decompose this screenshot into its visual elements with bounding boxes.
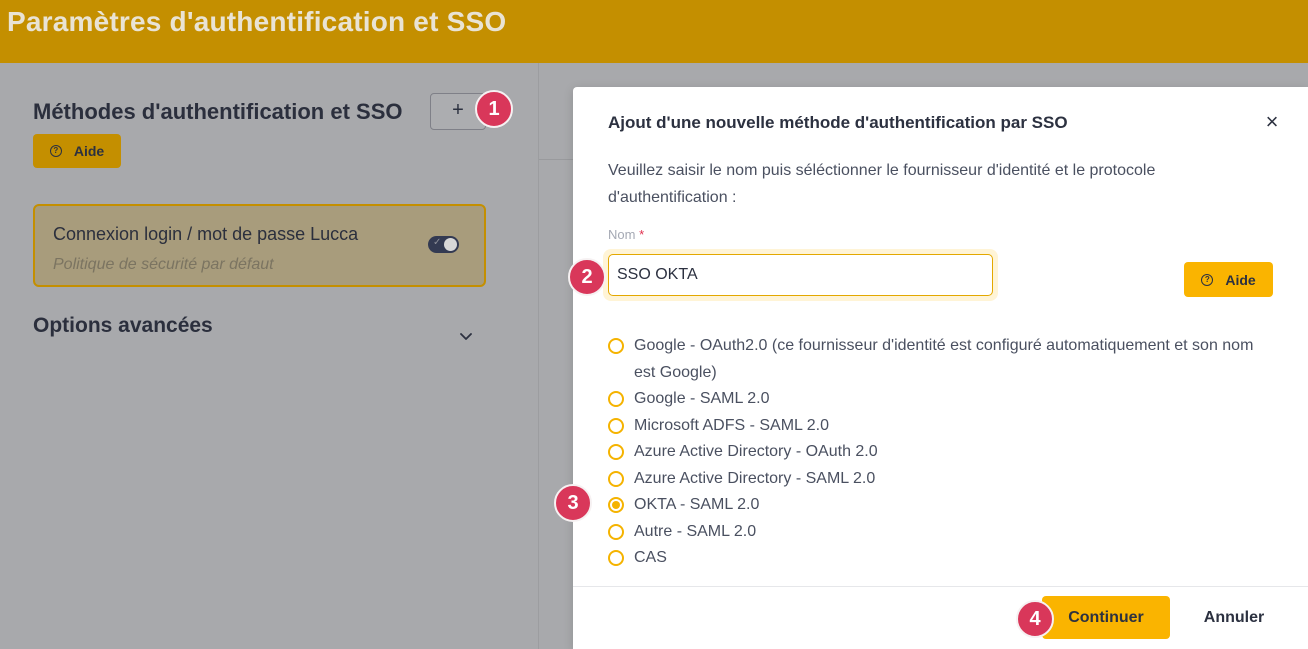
toggle-knob [444, 238, 457, 251]
methods-section-title: Méthodes d'authentification et SSO [33, 99, 403, 124]
continue-button[interactable]: Continuer [1042, 596, 1170, 639]
help-button-left[interactable]: ? Aide [33, 134, 121, 168]
radio-button[interactable] [608, 444, 624, 460]
radio-option[interactable]: Azure Active Directory - SAML 2.0 [608, 466, 1278, 493]
radio-option[interactable]: OKTA - SAML 2.0 [608, 492, 1278, 519]
radio-option[interactable]: Google - SAML 2.0 [608, 386, 1278, 413]
radio-label: Azure Active Directory - OAuth 2.0 [634, 443, 878, 460]
radio-label: Autre - SAML 2.0 [634, 522, 757, 540]
step-badge-3: 3 [554, 484, 592, 522]
help-circle-icon: ? [49, 145, 62, 157]
help-button-label: Aide [1225, 271, 1256, 288]
radio-label: Google - OAuth2.0 (ce fournisseur d'iden… [634, 337, 1254, 381]
radio-button[interactable] [608, 391, 624, 407]
top-bar: Paramètres d'authentification et SSO [0, 0, 1308, 63]
radio-option[interactable]: Autre - SAML 2.0 [608, 519, 1278, 546]
radio-option[interactable]: Google - OAuth2.0 (ce fournisseur d'iden… [608, 333, 1278, 386]
card-title: Connexion login / mot de passe Lucca [53, 224, 359, 244]
radio-label: CAS [634, 549, 667, 566]
modal-title: Ajout d'une nouvelle méthode d'authentif… [608, 113, 1068, 132]
radio-label: Google - SAML 2.0 [634, 390, 770, 407]
page-title: Paramètres d'authentification et SSO [7, 6, 507, 37]
radio-button[interactable] [608, 497, 624, 513]
step-badge-4: 4 [1016, 600, 1054, 638]
radio-option[interactable]: CAS [608, 545, 1278, 572]
radio-button[interactable] [608, 470, 624, 487]
cancel-button[interactable]: Annuler [1193, 596, 1275, 639]
radio-option[interactable]: Microsoft ADFS - SAML 2.0 [608, 413, 1278, 440]
help-button-modal[interactable]: ? Aide [1184, 262, 1273, 297]
login-method-card[interactable]: Connexion login / mot de passe Lucca Pol… [33, 204, 486, 287]
name-input[interactable] [608, 254, 993, 296]
provider-radio-group: Google - OAuth2.0 (ce fournisseur d'iden… [608, 333, 1278, 572]
required-marker: * [639, 227, 645, 242]
help-circle-icon: ? [1201, 273, 1214, 286]
radio-button[interactable] [608, 550, 624, 566]
name-input-focus-ring [603, 249, 998, 301]
radio-label: Azure Active Directory - SAML 2.0 [634, 469, 876, 487]
card-subtitle: Politique de sécurité par défaut [53, 256, 274, 273]
name-field-label: Nom * [608, 227, 644, 242]
method-toggle[interactable]: ✓ [428, 236, 459, 253]
radio-label: OKTA - SAML 2.0 [634, 496, 760, 513]
radio-button[interactable] [608, 417, 624, 434]
radio-button[interactable] [608, 338, 624, 354]
step-badge-2: 2 [568, 258, 606, 296]
check-icon: ✓ [433, 237, 442, 248]
modal-description: Veuillez saisir le nom puis séléctionner… [608, 162, 1156, 206]
sso-modal: Ajout d'une nouvelle méthode d'authentif… [573, 87, 1308, 649]
modal-footer-divider [573, 586, 1308, 587]
radio-option[interactable]: Azure Active Directory - OAuth 2.0 [608, 439, 1278, 466]
advanced-options-title[interactable]: Options avancées [33, 314, 213, 338]
chevron-down-icon[interactable] [460, 331, 472, 343]
radio-button[interactable] [608, 523, 624, 540]
step-badge-1: 1 [475, 90, 513, 128]
help-button-label: Aide [73, 143, 105, 159]
name-label-text: Nom [608, 227, 636, 242]
radio-label: Microsoft ADFS - SAML 2.0 [634, 416, 830, 434]
close-icon[interactable]: × [1262, 111, 1282, 133]
